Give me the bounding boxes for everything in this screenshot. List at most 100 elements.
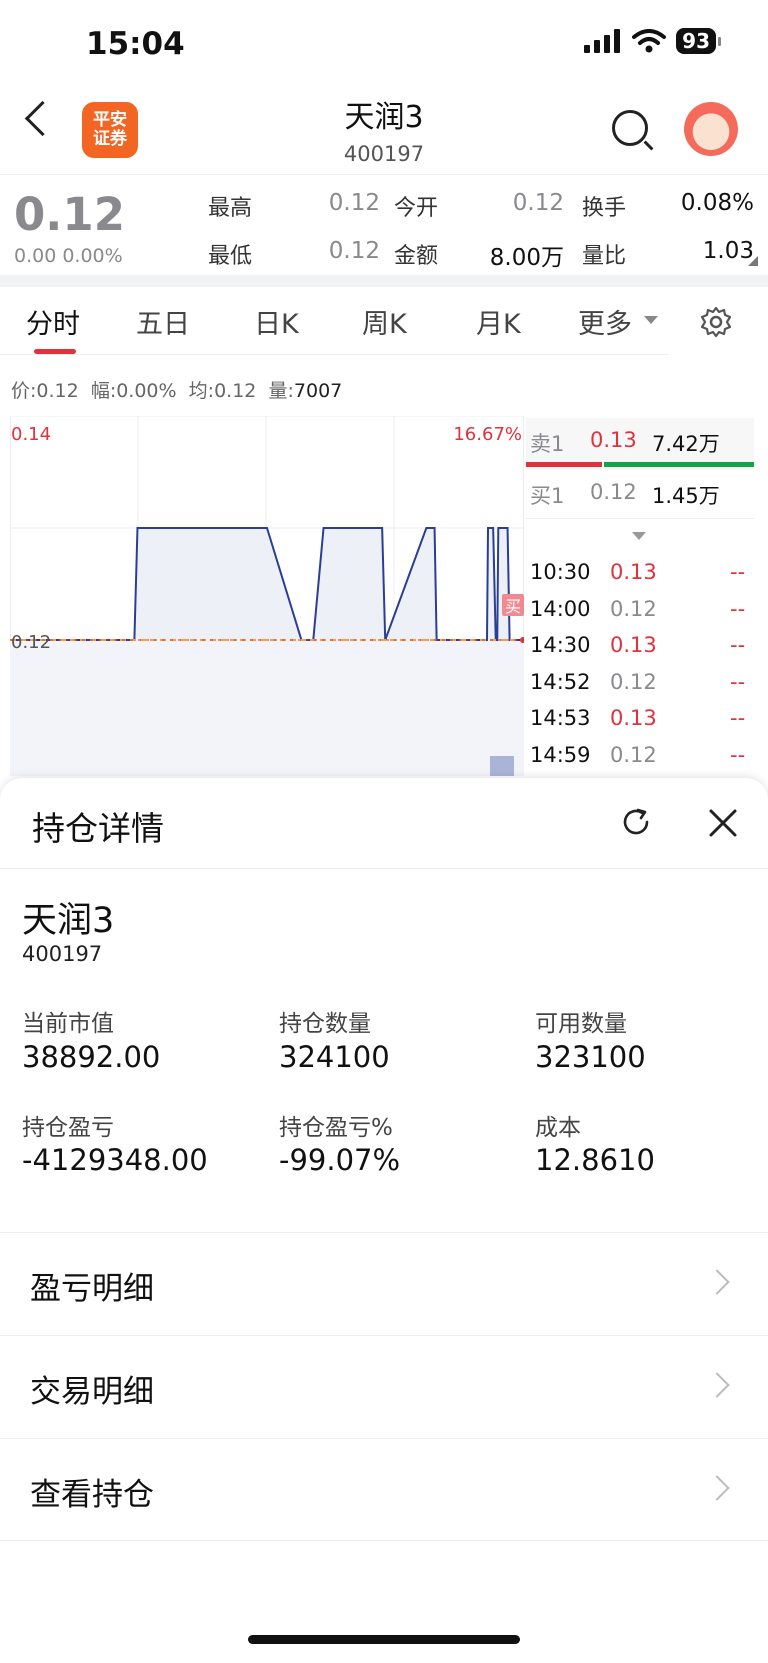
price-change: 0.00 0.00% [14,245,123,267]
holding-stock-code: 400197 [22,942,103,966]
chart-pct-top-label: 16.67% [453,424,522,445]
tick-row: 14:52 0.12 -- [530,670,745,694]
tick-volume: -- [730,596,746,621]
metric-label-available: 可用数量 [535,1011,627,1037]
chevron-right-icon [704,1372,730,1398]
status-time: 15:04 [86,26,185,62]
gear-icon[interactable] [700,306,732,338]
info-avg: 0.12 [214,380,257,402]
tick-row: 14:59 0.12 -- [530,743,745,767]
tick-time: 14:53 [530,706,591,731]
menu-view-position[interactable]: 查看持仓 [0,1439,768,1541]
tick-time: 14:59 [530,743,591,767]
battery-indicator: 93 [676,28,721,54]
refresh-icon[interactable] [620,806,652,838]
stock-title: 天润3 [344,100,424,135]
sell-bar-green [604,462,754,467]
tick-volume: -- [730,706,746,731]
close-icon[interactable] [706,806,740,840]
metric-label-market-value: 当前市值 [22,1011,114,1037]
header-divider [0,174,768,175]
sell1-label: 卖1 [530,432,565,456]
quote-label-high: 最高 [208,196,253,221]
tick-row: 14:00 0.12 -- [530,597,745,621]
info-vol-label: 量: [268,380,294,402]
collapse-arrow-icon[interactable] [632,532,646,540]
menu-label-view-position: 查看持仓 [30,1477,154,1513]
tab-five-day[interactable]: 五日 [136,302,190,341]
menu-pnl-detail[interactable]: 盈亏明细 [0,1233,768,1335]
chart-scroll-handle[interactable] [490,756,514,776]
buy1-volume: 1.45万 [652,484,720,508]
metric-value-available: 323100 [535,1040,646,1074]
metric-value-market-value: 38892.00 [22,1040,161,1074]
tick-time: 14:00 [530,596,591,621]
buy1-label: 买1 [530,484,565,508]
tick-time: 14:52 [530,669,591,694]
wifi-icon [632,29,667,53]
tick-row: 14:30 0.13 -- [530,633,745,657]
menu-label-trade-detail: 交易明细 [30,1374,154,1410]
tick-volume: -- [730,669,746,694]
menu-trade-detail[interactable]: 交易明细 [0,1336,768,1438]
menu-divider-3 [0,1540,768,1541]
chart-info-line: 价:0.12 幅:0.00% 均:0.12 量:7007 [11,376,342,403]
intraday-chart[interactable]: 0.14 0.12 16.67% 买 [10,416,524,776]
metric-value-pnl-percent: -99.07% [279,1143,401,1177]
info-price-label: 价: [11,380,37,402]
chart-y-top-label: 0.14 [11,424,51,445]
buy1-price: 0.12 [590,480,637,504]
tick-volume: -- [730,633,746,658]
quote-label-open: 今开 [394,196,439,221]
info-volume: 7007 [293,380,343,402]
quote-value-volume-ratio: 1.03 [702,238,754,264]
quote-label-low: 最低 [208,244,253,269]
tab-daily-k[interactable]: 日K [254,302,299,341]
quote-label-amount: 金额 [394,244,439,269]
status-icons: 93 [584,28,721,54]
tick-price: 0.13 [610,560,657,584]
section-separator [0,275,768,287]
metric-value-quantity: 324100 [279,1040,390,1074]
info-range-label: 幅: [90,380,117,402]
expand-corner-icon[interactable] [748,256,758,266]
tick-price: 0.12 [610,596,657,621]
current-price: 0.12 [14,188,126,241]
metric-value-cost: 12.8610 [535,1143,655,1177]
tick-row: 10:30 0.13 -- [530,560,745,584]
metric-value-pnl: -4129348.00 [22,1143,208,1177]
sell1-volume: 7.42万 [652,432,720,456]
tab-divider [0,354,668,355]
buy-marker: 买 [505,597,521,616]
assistant-avatar-icon[interactable] [684,102,738,156]
tab-weekly-k[interactable]: 周K [362,302,407,341]
quote-value-open: 0.12 [512,190,564,216]
tick-price: 0.12 [610,743,657,767]
lower-area-shade [10,640,524,776]
tick-row: 14:53 0.13 -- [530,706,745,730]
quote-value-high: 0.12 [328,190,380,216]
quote-value-amount: 8.00万 [489,245,564,271]
info-range: 0.00% [116,380,177,402]
metric-label-pnl-percent: 持仓盈亏% [279,1115,393,1141]
home-indicator[interactable] [248,1635,520,1644]
tick-time: 10:30 [530,560,591,584]
chevron-down-icon[interactable] [644,316,658,324]
holding-stock-name: 天润3 [22,901,115,941]
panel-title: 持仓详情 [32,809,164,848]
quote-label-volume-ratio: 量比 [582,244,627,269]
tab-more[interactable]: 更多 [578,302,632,341]
signal-icon [584,29,621,53]
tab-intraday[interactable]: 分时 [26,302,80,341]
sell-bar-red [526,462,602,467]
info-price: 0.12 [36,380,79,402]
stock-code: 400197 [343,142,425,166]
tick-volume: -- [730,560,746,584]
quote-label-turnover: 换手 [582,196,627,221]
search-icon[interactable] [612,110,648,146]
buy1-row: 买1 0.12 1.45万 [530,480,720,510]
tab-monthly-k[interactable]: 月K [476,302,521,341]
tick-volume: -- [730,743,746,767]
info-avg-label: 均: [188,380,215,402]
sell1-row: 卖1 0.13 7.42万 [530,428,720,458]
